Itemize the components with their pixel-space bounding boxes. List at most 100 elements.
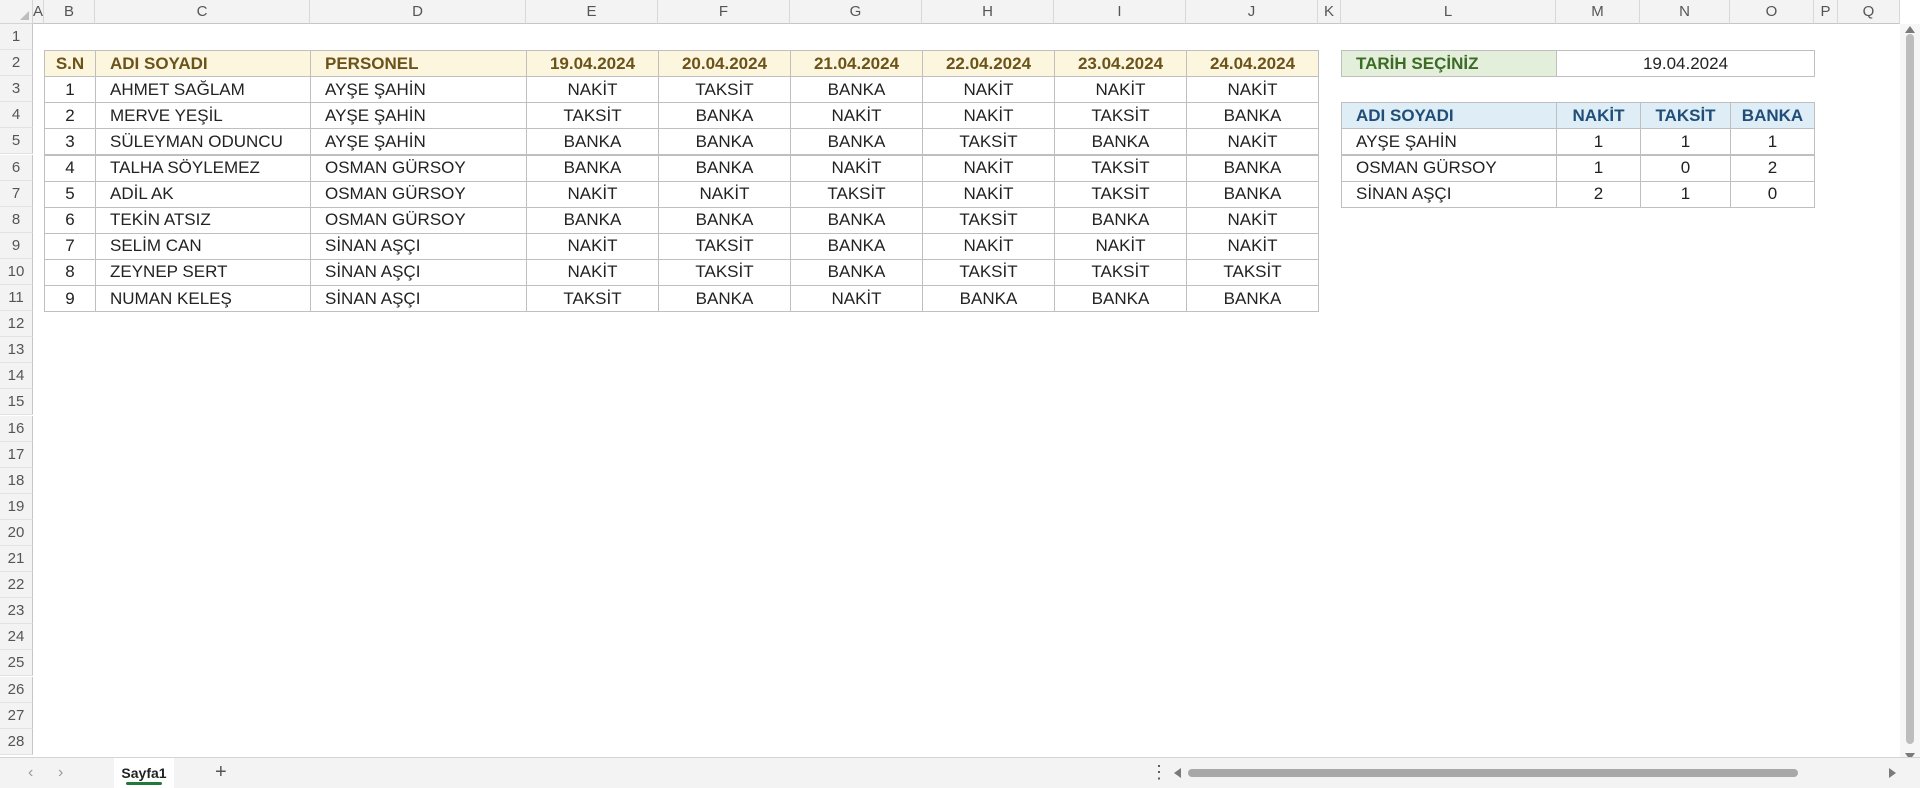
main-table-cell[interactable]: BANKA	[1186, 102, 1319, 130]
main-table-cell[interactable]: 5	[44, 180, 96, 208]
main-table-cell[interactable]: TALHA SÖYLEMEZ	[95, 154, 311, 182]
main-table-cell[interactable]: NAKİT	[1054, 232, 1187, 260]
main-table-cell[interactable]: NAKİT	[526, 180, 659, 208]
row-header[interactable]: 13	[0, 337, 33, 364]
main-table-cell[interactable]: NAKİT	[790, 285, 923, 313]
main-table-cell[interactable]: NAKİT	[1186, 76, 1319, 104]
main-table-cell[interactable]: NAKİT	[1186, 128, 1319, 156]
main-table-header-cell[interactable]: 21.04.2024	[790, 50, 923, 78]
main-table-cell[interactable]: BANKA	[658, 206, 791, 234]
main-table-cell[interactable]: BANKA	[658, 154, 791, 182]
main-table-cell[interactable]: NAKİT	[922, 102, 1055, 130]
column-header[interactable]: O	[1730, 0, 1814, 24]
column-header[interactable]: A	[33, 0, 44, 24]
main-table-cell[interactable]: NUMAN KELEŞ	[95, 285, 311, 313]
main-table-cell[interactable]: TAKSİT	[1186, 258, 1319, 286]
main-table-header-cell[interactable]: ADI SOYADI	[95, 50, 311, 78]
main-table-cell[interactable]: TAKSİT	[1054, 154, 1187, 182]
main-table-cell[interactable]: 7	[44, 232, 96, 260]
main-table-cell[interactable]: BANKA	[658, 128, 791, 156]
row-header[interactable]: 21	[0, 546, 33, 573]
row-header[interactable]: 20	[0, 519, 33, 546]
column-header[interactable]: I	[1054, 0, 1186, 24]
main-table-cell[interactable]: TAKSİT	[790, 180, 923, 208]
main-table-cell[interactable]: AYŞE ŞAHİN	[310, 128, 527, 156]
main-table-header-cell[interactable]: S.N	[44, 50, 96, 78]
main-table-cell[interactable]: TAKSİT	[526, 102, 659, 130]
column-header[interactable]: E	[526, 0, 658, 24]
main-table-cell[interactable]: BANKA	[1186, 154, 1319, 182]
main-table-cell[interactable]: 2	[44, 102, 96, 130]
main-table-header-cell[interactable]: 23.04.2024	[1054, 50, 1187, 78]
row-header[interactable]: 1	[0, 24, 33, 51]
row-header[interactable]: 25	[0, 650, 33, 677]
main-table-cell[interactable]: ADİL AK	[95, 180, 311, 208]
main-table-cell[interactable]: BANKA	[1054, 285, 1187, 313]
column-header[interactable]: G	[790, 0, 922, 24]
main-table-cell[interactable]: BANKA	[790, 258, 923, 286]
summary-table-cell[interactable]: 2	[1730, 154, 1815, 182]
row-header[interactable]: 14	[0, 363, 33, 390]
column-header[interactable]: J	[1186, 0, 1318, 24]
column-header[interactable]: L	[1341, 0, 1556, 24]
date-selector-label[interactable]: TARİH SEÇİNİZ	[1341, 50, 1557, 78]
main-table-cell[interactable]: TEKİN ATSIZ	[95, 206, 311, 234]
summary-table-cell[interactable]: OSMAN GÜRSOY	[1341, 154, 1557, 182]
main-table-cell[interactable]: NAKİT	[526, 232, 659, 260]
more-dots-icon[interactable]: ⋮	[1150, 762, 1168, 783]
main-table-cell[interactable]: NAKİT	[1186, 206, 1319, 234]
main-table-cell[interactable]: TAKSİT	[658, 76, 791, 104]
main-table-cell[interactable]: BANKA	[526, 206, 659, 234]
column-header[interactable]: K	[1318, 0, 1341, 24]
column-header[interactable]: C	[95, 0, 310, 24]
main-table-cell[interactable]: OSMAN GÜRSOY	[310, 154, 527, 182]
main-table-cell[interactable]: TAKSİT	[922, 258, 1055, 286]
summary-table-cell[interactable]: 1	[1730, 128, 1815, 156]
summary-table-cell[interactable]: 2	[1556, 180, 1641, 208]
row-header[interactable]: 27	[0, 702, 33, 729]
main-table-cell[interactable]: BANKA	[1186, 180, 1319, 208]
main-table-header-cell[interactable]: PERSONEL	[310, 50, 527, 78]
main-table-header-cell[interactable]: 20.04.2024	[658, 50, 791, 78]
main-table-cell[interactable]: NAKİT	[790, 102, 923, 130]
summary-table-header-cell[interactable]: BANKA	[1730, 102, 1815, 130]
summary-table-cell[interactable]: SİNAN AŞÇI	[1341, 180, 1557, 208]
main-table-cell[interactable]: NAKİT	[790, 154, 923, 182]
main-table-cell[interactable]: AYŞE ŞAHİN	[310, 102, 527, 130]
scroll-left-icon[interactable]	[1174, 768, 1181, 778]
row-header[interactable]: 7	[0, 180, 33, 207]
main-table-header-cell[interactable]: 24.04.2024	[1186, 50, 1319, 78]
date-selector-input[interactable]: 19.04.2024	[1556, 50, 1815, 78]
column-header[interactable]: F	[658, 0, 790, 24]
summary-table-cell[interactable]: 1	[1640, 180, 1731, 208]
row-header[interactable]: 9	[0, 232, 33, 259]
summary-table-cell[interactable]: 1	[1556, 154, 1641, 182]
main-table-cell[interactable]: 1	[44, 76, 96, 104]
add-sheet-button[interactable]: +	[215, 761, 227, 784]
column-header[interactable]: N	[1640, 0, 1730, 24]
row-header[interactable]: 26	[0, 676, 33, 703]
row-header[interactable]: 19	[0, 493, 33, 520]
main-table-cell[interactable]: NAKİT	[526, 258, 659, 286]
row-header[interactable]: 16	[0, 415, 33, 442]
main-table-cell[interactable]: BANKA	[1054, 128, 1187, 156]
main-table-cell[interactable]: BANKA	[790, 76, 923, 104]
main-table-cell[interactable]: TAKSİT	[922, 128, 1055, 156]
summary-table-cell[interactable]: 1	[1556, 128, 1641, 156]
summary-table-header-cell[interactable]: TAKSİT	[1640, 102, 1731, 130]
main-table-cell[interactable]: NAKİT	[922, 76, 1055, 104]
main-table-cell[interactable]: BANKA	[790, 128, 923, 156]
column-header[interactable]: B	[44, 0, 95, 24]
sheet-tab-sayfa1[interactable]: Sayfa1	[114, 758, 174, 788]
row-header[interactable]: 4	[0, 102, 33, 129]
main-table-cell[interactable]: NAKİT	[526, 76, 659, 104]
row-header[interactable]: 11	[0, 285, 33, 312]
main-table-cell[interactable]: BANKA	[526, 154, 659, 182]
main-table-cell[interactable]: SİNAN AŞÇI	[310, 232, 527, 260]
main-table-cell[interactable]: NAKİT	[1186, 232, 1319, 260]
row-header[interactable]: 6	[0, 154, 33, 181]
horizontal-scrollbar[interactable]	[1170, 766, 1900, 780]
main-table-cell[interactable]: SİNAN AŞÇI	[310, 258, 527, 286]
column-header[interactable]: H	[922, 0, 1054, 24]
main-table-cell[interactable]: TAKSİT	[1054, 180, 1187, 208]
